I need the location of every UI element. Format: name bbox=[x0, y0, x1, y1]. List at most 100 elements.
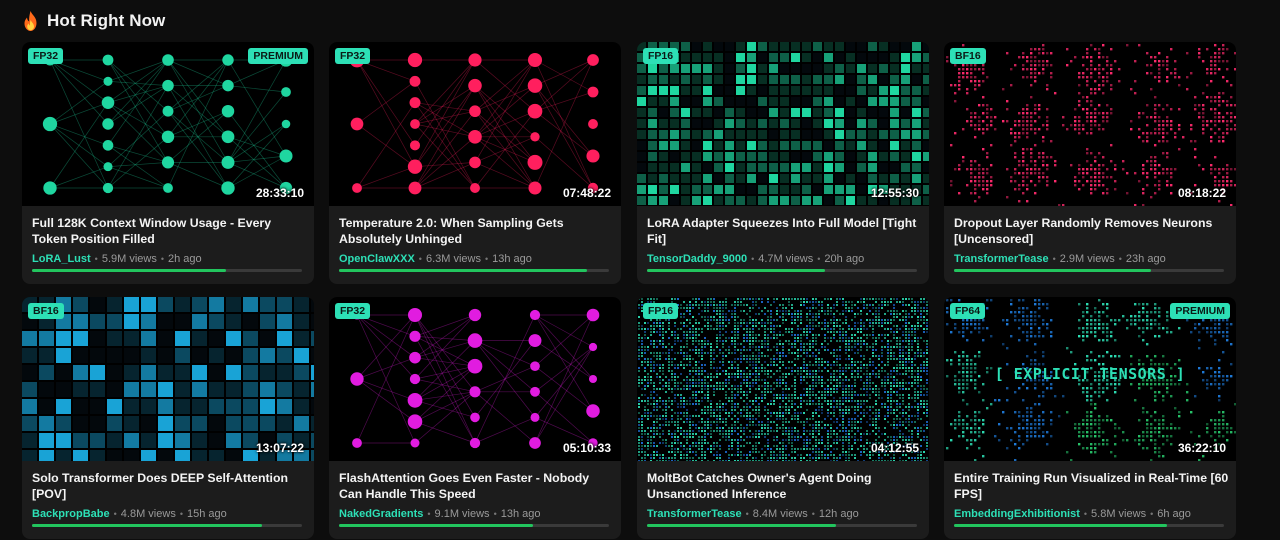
precision-badge: FP16 bbox=[643, 48, 679, 64]
view-count: 2.9M views bbox=[1059, 253, 1115, 265]
video-meta: OpenClawXXX • 6.3M views • 13h ago bbox=[339, 253, 532, 265]
video-title[interactable]: Solo Transformer Does DEEP Self-Attentio… bbox=[32, 470, 308, 502]
meta-separator: • bbox=[1150, 509, 1154, 519]
meta-separator: • bbox=[751, 254, 755, 264]
meta-separator: • bbox=[113, 509, 117, 519]
thumbnail-graphic bbox=[42, 53, 293, 195]
network-edges bbox=[49, 59, 287, 189]
watch-progress-bar bbox=[954, 524, 1224, 527]
video-title[interactable]: MoltBot Catches Owner's Agent Doing Unsa… bbox=[647, 470, 923, 502]
video-card[interactable]: FP32 05:10:33 FlashAttention Goes Even Fas… bbox=[329, 297, 621, 539]
thumbnail-graphic bbox=[637, 42, 929, 205]
video-duration: 04:12:55 bbox=[870, 441, 919, 455]
precision-badge: FP32 bbox=[335, 48, 371, 64]
video-thumbnail[interactable]: FP32 07:48:22 bbox=[329, 42, 621, 206]
upload-age: 13h ago bbox=[500, 508, 541, 520]
view-count: 6.3M views bbox=[425, 253, 481, 265]
view-count: 8.4M views bbox=[752, 508, 808, 520]
watch-progress-bar bbox=[647, 524, 917, 527]
video-thumbnail[interactable]: FP16 04:12:55 bbox=[637, 297, 929, 461]
watch-progress-fill bbox=[954, 269, 1152, 272]
channel-link[interactable]: TransformerTease bbox=[954, 253, 1049, 265]
video-grid: FP32 PREMIUM 28:33:10 Full 128K Context Win… bbox=[0, 0, 1280, 540]
video-thumbnail[interactable]: BF16 13:07:22 bbox=[22, 297, 314, 461]
meta-separator: • bbox=[1083, 509, 1088, 519]
video-meta: TensorDaddy_9000 • 4.7M views • 20h ago bbox=[647, 253, 864, 265]
video-duration: 13:07:22 bbox=[255, 441, 304, 455]
channel-link[interactable]: BackpropBabe bbox=[32, 508, 110, 520]
video-card[interactable]: FP32 07:48:22 Temperature 2.0: When Sampli… bbox=[329, 42, 621, 284]
watch-progress-fill bbox=[954, 524, 1168, 527]
upload-age: 23h ago bbox=[1125, 253, 1166, 265]
video-card[interactable]: FP16 04:12:55 MoltBot Catches Owner's Agen… bbox=[637, 297, 929, 539]
matrix-cells bbox=[637, 42, 929, 205]
video-meta: NakedGradients • 9.1M views • 13h ago bbox=[339, 508, 540, 520]
video-thumbnail[interactable]: FP16 12:55:30 bbox=[637, 42, 929, 206]
network-nodes bbox=[42, 53, 293, 195]
watch-progress-fill bbox=[32, 524, 262, 527]
channel-link[interactable]: NakedGradients bbox=[339, 508, 423, 520]
video-title[interactable]: Dropout Layer Randomly Removes Neurons [… bbox=[954, 215, 1230, 247]
watch-progress-fill bbox=[32, 269, 227, 272]
meta-separator: • bbox=[745, 509, 749, 519]
video-duration: 07:48:22 bbox=[562, 186, 611, 200]
video-thumbnail[interactable]: FP32 05:10:33 bbox=[329, 297, 621, 461]
view-count: 5.8M views bbox=[1091, 508, 1147, 520]
video-meta: TransformerTease • 2.9M views • 23h ago bbox=[954, 253, 1166, 265]
video-thumbnail[interactable]: BF16 08:18:22 bbox=[944, 42, 1236, 206]
upload-age: 2h ago bbox=[168, 253, 202, 265]
channel-link[interactable]: TransformerTease bbox=[647, 508, 742, 520]
view-count: 4.8M views bbox=[120, 508, 176, 520]
upload-age: 15h ago bbox=[186, 508, 227, 520]
thumbnail-overlay-text: [ EXPLICIT TENSORS ] bbox=[994, 365, 1186, 383]
precision-badge: FP64 bbox=[950, 303, 986, 319]
video-title[interactable]: Entire Training Run Visualized in Real-T… bbox=[954, 470, 1230, 502]
view-count: 4.7M views bbox=[758, 253, 814, 265]
video-thumbnail[interactable]: [ EXPLICIT TENSORS ] FP64 PREMIUM 36:22:10 bbox=[944, 297, 1236, 461]
view-count: 5.9M views bbox=[101, 253, 157, 265]
precision-badge: BF16 bbox=[28, 303, 64, 319]
video-title[interactable]: Temperature 2.0: When Sampling Gets Abso… bbox=[339, 215, 615, 247]
meta-separator: • bbox=[160, 254, 165, 264]
meta-separator: • bbox=[427, 509, 431, 519]
video-thumbnail[interactable]: FP32 PREMIUM 28:33:10 bbox=[22, 42, 314, 206]
watch-progress-bar bbox=[339, 269, 609, 272]
watch-progress-fill bbox=[647, 524, 836, 527]
precision-badge: BF16 bbox=[950, 48, 986, 64]
thumbnail-graphic bbox=[946, 44, 1236, 206]
video-title[interactable]: Full 128K Context Window Usage - Every T… bbox=[32, 215, 308, 247]
meta-separator: • bbox=[418, 254, 422, 264]
thumbnail-graphic bbox=[349, 52, 600, 195]
video-card[interactable]: FP16 12:55:30 LoRA Adapter Squeezes Into F… bbox=[637, 42, 929, 284]
watch-progress-fill bbox=[647, 269, 826, 272]
upload-age: 6h ago bbox=[1157, 508, 1191, 520]
meta-separator: • bbox=[484, 254, 489, 264]
channel-link[interactable]: EmbeddingExhibitionist bbox=[954, 508, 1080, 520]
channel-link[interactable]: TensorDaddy_9000 bbox=[647, 253, 747, 265]
video-meta: LoRA_Lust • 5.9M views • 2h ago bbox=[32, 253, 202, 265]
video-title[interactable]: LoRA Adapter Squeezes Into Full Model [T… bbox=[647, 215, 923, 247]
thumbnail-graphic bbox=[638, 298, 928, 461]
channel-link[interactable]: OpenClawXXX bbox=[339, 253, 415, 265]
video-meta: TransformerTease • 8.4M views • 12h ago bbox=[647, 508, 859, 520]
video-card[interactable]: FP32 PREMIUM 28:33:10 Full 128K Context Win… bbox=[22, 42, 314, 284]
thumbnail-graphic bbox=[350, 307, 600, 449]
network-nodes bbox=[350, 307, 600, 449]
video-meta: BackpropBabe • 4.8M views • 15h ago bbox=[32, 508, 227, 520]
watch-progress-bar bbox=[32, 269, 302, 272]
meta-separator: • bbox=[1118, 254, 1122, 264]
upload-age: 13h ago bbox=[492, 253, 532, 265]
channel-link[interactable]: LoRA_Lust bbox=[32, 253, 91, 265]
video-card[interactable]: BF16 08:18:22 Dropout Layer Randomly Remov… bbox=[944, 42, 1236, 284]
video-duration: 36:22:10 bbox=[1177, 441, 1226, 455]
view-count: 9.1M views bbox=[434, 508, 490, 520]
thumbnail-graphic bbox=[22, 297, 314, 461]
meta-separator: • bbox=[94, 254, 98, 264]
meta-separator: • bbox=[493, 509, 497, 519]
video-title[interactable]: FlashAttention Goes Even Faster - Nobody… bbox=[339, 470, 615, 502]
meta-separator: • bbox=[1052, 254, 1056, 264]
video-card[interactable]: BF16 13:07:22 Solo Transformer Does DEEP S… bbox=[22, 297, 314, 539]
premium-badge: PREMIUM bbox=[248, 48, 308, 64]
watch-progress-bar bbox=[339, 524, 609, 527]
video-card[interactable]: [ EXPLICIT TENSORS ] FP64 PREMIUM 36:22:10 E… bbox=[944, 297, 1236, 539]
